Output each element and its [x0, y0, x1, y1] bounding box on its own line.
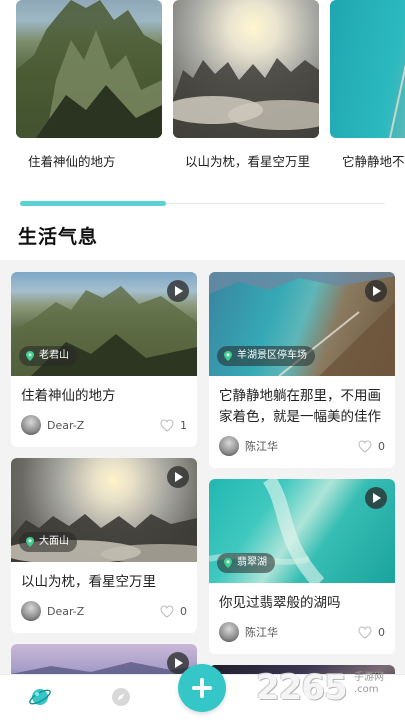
section-title: 生活气息 [18, 226, 99, 248]
card-meta: Dear-Z 0 [11, 593, 197, 633]
planet-icon[interactable] [28, 685, 52, 709]
heart-icon[interactable] [160, 604, 174, 618]
carousel-card[interactable]: 它静静地不用画家 [330, 0, 405, 172]
watermark-sub-bottom: .com [354, 684, 379, 695]
compass-icon[interactable] [110, 686, 132, 708]
add-post-button[interactable] [178, 664, 226, 712]
author-name[interactable]: Dear-Z [47, 605, 160, 618]
heart-icon[interactable] [160, 418, 174, 432]
feed-card[interactable]: 老君山 住着神仙的地方 Dear-Z 1 [11, 272, 197, 447]
avatar[interactable] [219, 622, 239, 642]
author-name[interactable]: 陈江华 [245, 624, 358, 640]
video-thumbnail[interactable]: 羊湖景区停车场 [209, 272, 395, 376]
avatar[interactable] [21, 601, 41, 621]
heart-icon[interactable] [358, 625, 372, 639]
feed-column-left: 老君山 住着神仙的地方 Dear-Z 1 大面山 以山为枕，看星空万里 Dear… [11, 272, 197, 695]
feed-card[interactable]: 羊湖景区停车场 它静静地躺在那里，不用画家着色，就是一幅美的佳作 陈江华 0 [209, 272, 395, 468]
carousel-image[interactable] [330, 0, 405, 138]
location-pin-icon [224, 558, 232, 568]
video-thumbnail[interactable]: 翡翠湖 [209, 479, 395, 583]
carousel-card[interactable]: 住着神仙的地方 [16, 0, 162, 172]
card-title: 住着神仙的地方 [21, 388, 116, 404]
card-title: 以山为枕，看星空万里 [21, 574, 156, 590]
author-name[interactable]: Dear-Z [47, 419, 160, 432]
carousel-title: 住着神仙的地方 [28, 154, 116, 169]
play-icon[interactable] [167, 466, 189, 488]
watermark-logo: 2265 手游网 .com [256, 668, 404, 718]
watermark-sub: 手游网 .com [354, 672, 384, 696]
heart-icon[interactable] [358, 439, 372, 453]
featured-carousel[interactable]: 住着神仙的地方 以山为枕，看星空万里 它静静地不用画家 [0, 0, 405, 200]
video-thumbnail[interactable]: 老君山 [11, 272, 197, 376]
avatar[interactable] [21, 415, 41, 435]
location-name: 大面山 [39, 536, 69, 547]
location-pin-icon [26, 351, 34, 361]
feed-card[interactable]: 大面山 以山为枕，看星空万里 Dear-Z 0 [11, 458, 197, 633]
location-pin-icon [224, 351, 232, 361]
avatar[interactable] [219, 436, 239, 456]
carousel-title: 以山为枕，看星空万里 [185, 154, 311, 169]
video-thumbnail[interactable]: 大面山 [11, 458, 197, 562]
feed-card[interactable]: 翡翠湖 你见过翡翠般的湖吗 陈江华 0 [209, 479, 395, 654]
location-badge: 老君山 [19, 346, 77, 366]
carousel-image[interactable] [173, 0, 319, 138]
like-count: 0 [180, 604, 187, 618]
location-name: 翡翠湖 [237, 557, 267, 568]
like-count: 0 [378, 439, 385, 453]
card-title: 你见过翡翠般的湖吗 [219, 595, 341, 611]
like-count: 1 [180, 418, 187, 432]
carousel-title: 它静静地不用画家 [342, 154, 405, 169]
location-badge: 翡翠湖 [217, 553, 275, 573]
play-icon[interactable] [167, 280, 189, 302]
carousel-card[interactable]: 以山为枕，看星空万里 [173, 0, 319, 172]
play-icon[interactable] [365, 487, 387, 509]
author-name[interactable]: 陈江华 [245, 438, 358, 454]
card-title: 它静静地躺在那里，不用画家着色，就是一幅美的佳作 [219, 388, 381, 425]
location-badge: 大面山 [19, 532, 77, 552]
location-name: 羊湖景区停车场 [237, 350, 307, 361]
card-meta: Dear-Z 1 [11, 407, 197, 447]
carousel-scroll-indicator [20, 201, 166, 206]
play-icon[interactable] [365, 280, 387, 302]
location-badge: 羊湖景区停车场 [217, 346, 315, 366]
card-meta: 陈江华 0 [209, 428, 395, 468]
watermark-brand: 2265 [256, 668, 348, 708]
location-name: 老君山 [39, 350, 69, 361]
feed-grid[interactable]: 老君山 住着神仙的地方 Dear-Z 1 大面山 以山为枕，看星空万里 Dear… [0, 260, 405, 720]
carousel-image[interactable] [16, 0, 162, 138]
like-count: 0 [378, 625, 385, 639]
feed-column-right: 羊湖景区停车场 它静静地躺在那里，不用画家着色，就是一幅美的佳作 陈江华 0 翡… [209, 272, 395, 716]
card-meta: 陈江华 0 [209, 614, 395, 654]
watermark-sub-top: 手游网 [354, 672, 384, 683]
location-pin-icon [26, 537, 34, 547]
